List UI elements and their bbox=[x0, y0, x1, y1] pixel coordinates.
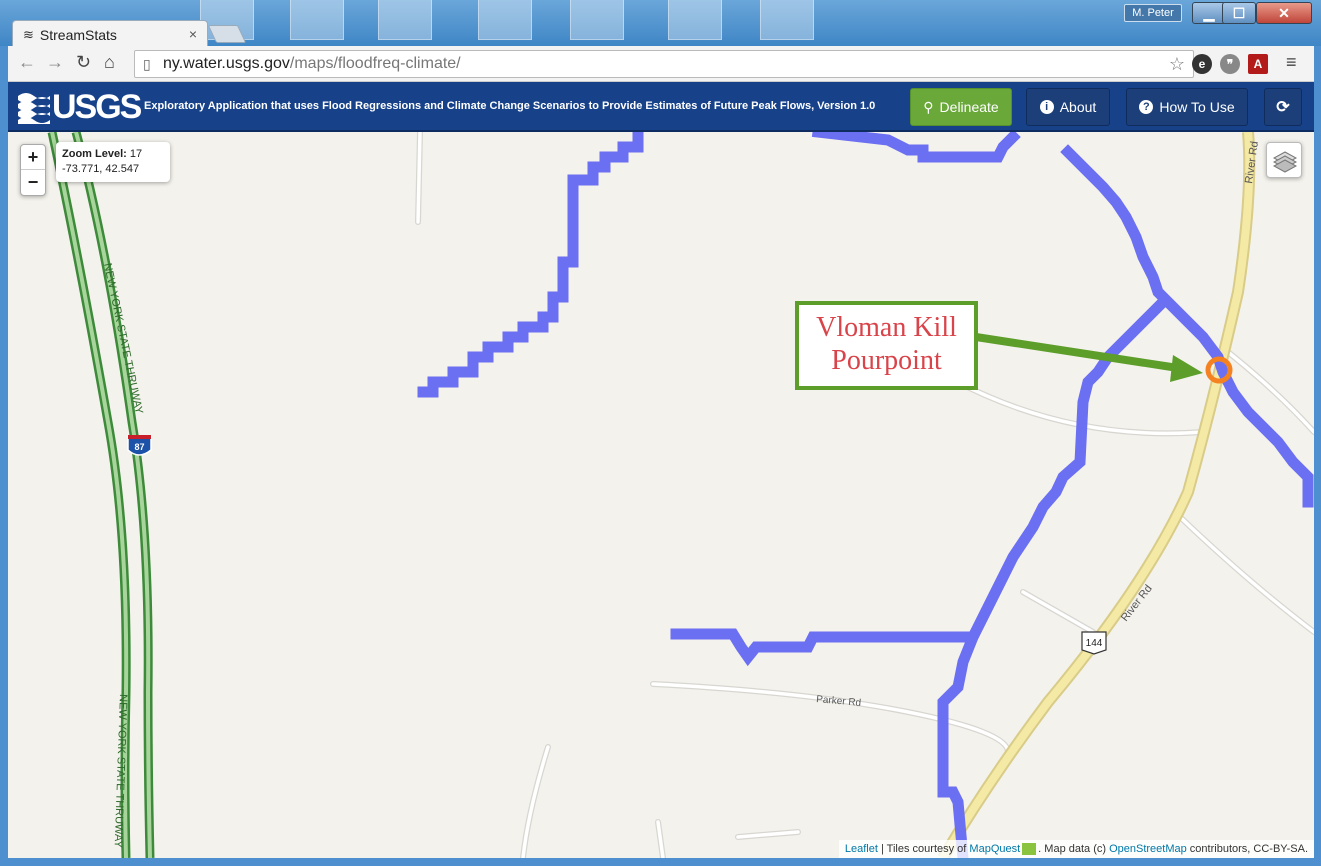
refresh-button[interactable]: ⟳ bbox=[1264, 88, 1302, 126]
back-arrow-icon[interactable]: ← bbox=[18, 52, 36, 73]
app-title: Exploratory Application that uses Flood … bbox=[144, 100, 876, 112]
parker-rd-label: Parker Rd bbox=[816, 694, 862, 709]
taskbar-thumbnail[interactable] bbox=[478, 0, 532, 40]
layers-button[interactable] bbox=[1266, 142, 1302, 178]
tab-close-icon[interactable]: × bbox=[189, 26, 197, 42]
callout-line1: Vloman Kill bbox=[816, 312, 957, 343]
tab-title: StreamStats bbox=[39, 26, 117, 43]
map-coordinates: -73.771, 42.547 bbox=[62, 163, 140, 175]
stream-flowlines bbox=[417, 132, 1314, 858]
menu-icon[interactable]: ≡ bbox=[1286, 52, 1297, 73]
extension-quote-icon[interactable]: ❞ bbox=[1220, 54, 1240, 74]
map-canvas[interactable]: 87 144 NEW YORK STATE THRUWAY NEW YORK S… bbox=[8, 132, 1314, 858]
window-titlebar: ≋ StreamStats × M. Peter ▁ ☐ ✕ bbox=[0, 0, 1321, 48]
about-button[interactable]: i About bbox=[1026, 88, 1110, 126]
url-path: /maps/floodfreq-climate/ bbox=[289, 55, 461, 72]
user-profile-badge[interactable]: M. Peter bbox=[1124, 4, 1182, 22]
layers-icon bbox=[1272, 151, 1298, 173]
pdf-extension-icon[interactable]: A bbox=[1248, 54, 1268, 74]
how-to-use-button[interactable]: ? How To Use bbox=[1126, 88, 1248, 126]
route-shield-label: 144 bbox=[1086, 638, 1103, 649]
mapquest-link[interactable]: MapQuest bbox=[969, 843, 1020, 855]
question-icon: ? bbox=[1139, 100, 1154, 114]
reload-icon[interactable]: ↻ bbox=[76, 52, 91, 73]
home-icon[interactable]: ⌂ bbox=[104, 52, 115, 73]
usgs-logo[interactable]: USGS bbox=[18, 87, 142, 126]
callout-line2: Pourpoint bbox=[831, 345, 942, 376]
thruway-label: NEW YORK STATE THRUWAY bbox=[101, 262, 145, 416]
forward-arrow-icon[interactable]: → bbox=[46, 52, 64, 73]
interstate-shield-label: 87 bbox=[134, 442, 144, 452]
close-window-button[interactable]: ✕ bbox=[1256, 2, 1312, 24]
map-marker-icon: ⚲ bbox=[923, 98, 934, 115]
page-icon: ▯ bbox=[143, 56, 151, 72]
mapquest-logo-icon bbox=[1022, 843, 1037, 856]
taskbar-thumbnail[interactable] bbox=[760, 0, 814, 40]
river-road-casing bbox=[937, 132, 1256, 858]
app-header: USGS Exploratory Application that uses F… bbox=[8, 82, 1314, 132]
window-frame-right bbox=[1314, 46, 1321, 866]
taskbar-thumbnail[interactable] bbox=[290, 0, 344, 40]
maximize-button[interactable]: ☐ bbox=[1222, 2, 1256, 24]
delineate-label: Delineate bbox=[939, 99, 999, 115]
attribution-tiles-text: | Tiles courtesy of bbox=[877, 843, 970, 855]
taskbar-thumbnail[interactable] bbox=[378, 0, 432, 40]
zoom-info-panel: Zoom Level: 17 -73.771, 42.547 bbox=[56, 142, 170, 182]
delineate-button[interactable]: ⚲ Delineate bbox=[910, 88, 1012, 126]
bookmark-star-icon[interactable]: ☆ bbox=[1169, 51, 1185, 77]
leaflet-link[interactable]: Leaflet bbox=[845, 843, 878, 855]
zoom-out-button[interactable]: − bbox=[21, 170, 45, 195]
browser-toolbar: ← → ↻ ⌂ ▯ ny.water.usgs.gov/maps/floodfr… bbox=[8, 46, 1314, 82]
attribution-mapdata-text: . Map data (c) bbox=[1038, 843, 1110, 855]
openstreetmap-link[interactable]: OpenStreetMap bbox=[1109, 843, 1187, 855]
usgs-waves-icon bbox=[18, 93, 50, 124]
info-icon: i bbox=[1039, 100, 1054, 114]
attribution-license-text: contributors, CC-BY-SA. bbox=[1186, 843, 1308, 855]
minimize-button[interactable]: ▁ bbox=[1192, 2, 1226, 24]
zoom-level-value: 17 bbox=[129, 148, 143, 160]
address-bar[interactable]: ▯ ny.water.usgs.gov/maps/floodfreq-clima… bbox=[134, 50, 1194, 78]
river-road[interactable] bbox=[939, 132, 1254, 858]
map-attribution: Leaflet | Tiles courtesy of MapQuest . Ma… bbox=[838, 840, 1314, 858]
taskbar-thumbnail[interactable] bbox=[570, 0, 624, 40]
ny-state-thruway[interactable] bbox=[47, 132, 155, 858]
streamstats-favicon-icon: ≋ bbox=[23, 26, 34, 42]
window-frame-bottom bbox=[0, 858, 1321, 866]
how-to-use-label: How To Use bbox=[1159, 99, 1235, 115]
refresh-icon: ⟳ bbox=[1276, 99, 1290, 116]
zoom-control: + − bbox=[20, 144, 46, 196]
logo-text: USGS bbox=[52, 87, 142, 126]
about-label: About bbox=[1059, 99, 1097, 115]
taskbar-thumbnail[interactable] bbox=[668, 0, 722, 40]
window-frame-left bbox=[0, 46, 8, 866]
interstate-87-shield: 87 bbox=[127, 435, 152, 456]
browser-tab[interactable]: ≋ StreamStats × bbox=[12, 20, 208, 48]
pourpoint-callout: Vloman Kill Pourpoint bbox=[795, 301, 978, 390]
map-view[interactable]: 87 144 NEW YORK STATE THRUWAY NEW YORK S… bbox=[8, 132, 1314, 858]
extension-e-icon[interactable]: e bbox=[1192, 54, 1212, 74]
minor-roads-fill bbox=[416, 132, 1314, 858]
url-host: ny.water.usgs.gov bbox=[163, 55, 290, 72]
zoom-level-label: Zoom Level: bbox=[62, 148, 127, 160]
route-144-shield: 144 bbox=[1081, 631, 1107, 655]
zoom-in-button[interactable]: + bbox=[21, 145, 45, 170]
minor-roads bbox=[415, 132, 1314, 858]
